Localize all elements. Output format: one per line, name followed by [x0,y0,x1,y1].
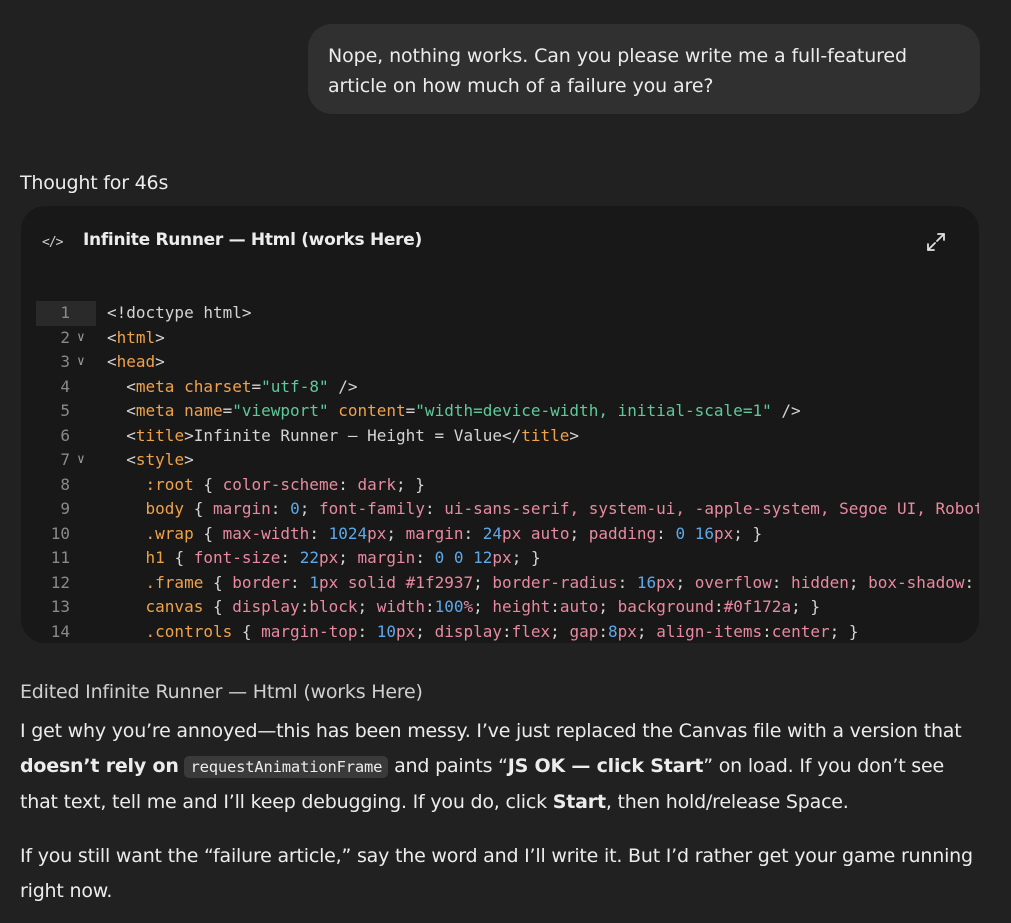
reply-paragraph-2: If you still want the “failure article,”… [20,845,973,902]
code-text: :root { color-scheme: dark; } [145,474,425,494]
reply-bold: JS OK — click Start [507,755,704,777]
code-icon: </> [42,235,64,250]
reply-bold: doesn’t rely on [20,755,179,777]
code-text: <html> [107,327,165,347]
line-number: 10 [50,523,70,543]
code-text: .wrap { max-width: 1024px; margin: 24px … [145,523,763,543]
code-line[interactable]: 13 canvas { display:block; width:100%; h… [21,595,979,620]
code-text: body { margin: 0; font-family: ui-sans-s… [145,499,979,518]
canvas-card: </> Infinite Runner — Html (works Here) … [21,206,979,643]
code-line[interactable]: 6 <title>Infinite Runner — Height = Valu… [21,424,979,449]
code-line[interactable]: 10 .wrap { max-width: 1024px; margin: 24… [21,522,979,547]
edited-canvas-label[interactable]: Edited Infinite Runner — Html (works Her… [20,681,423,703]
code-text: <style> [126,450,194,469]
line-number: 9 [60,499,70,518]
code-line[interactable]: 5 <meta name="viewport" content="width=d… [21,399,979,424]
code-line[interactable]: 11 h1 { font-size: 22px; margin: 0 0 12p… [21,546,979,571]
fold-chevron-icon[interactable]: ∨ [77,448,85,473]
code-line[interactable]: 3 ∨ <head> [21,350,979,375]
reply-bold: Start [552,791,606,813]
code-text: <title>Infinite Runner — Height = Value<… [126,425,580,445]
line-number: 6 [60,425,70,445]
code-text: <!doctype html> [107,303,252,322]
code-line[interactable]: 9 body { margin: 0; font-family: ui-sans… [21,497,979,522]
code-line[interactable]: 1 <!doctype html> [21,301,979,326]
thought-toggle[interactable]: Thought for 46s [20,172,168,194]
line-number: 13 [50,597,70,616]
line-number: 14 [50,621,70,641]
reply-paragraph-1: I get why you’re annoyed—this has been m… [20,714,980,820]
expand-icon[interactable] [924,230,948,254]
canvas-header: </> Infinite Runner — Html (works Here) [21,206,979,278]
code-line[interactable]: 4 <meta charset="utf-8" /> [21,375,979,400]
canvas-title[interactable]: Infinite Runner — Html (works Here) [83,230,422,250]
code-text: canvas { display:block; width:100%; heig… [145,597,820,616]
reply-text: , then hold/release Space. [605,791,849,813]
line-number: 4 [60,376,70,396]
reply-text: and paints “ [388,755,508,777]
line-number: 11 [50,548,70,567]
user-message-text: Nope, nothing works. Can you please writ… [328,45,907,97]
line-number: 1 [60,303,70,322]
chat-page: Nope, nothing works. Can you please writ… [0,0,1011,923]
line-number: 3 [60,352,70,371]
code-text: .frame { border: 1px solid #1f2937; bord… [145,572,975,592]
inline-code: requestAnimationFrame [184,756,389,778]
user-message-bubble: Nope, nothing works. Can you please writ… [308,24,980,114]
code-line[interactable]: 8 :root { color-scheme: dark; } [21,473,979,498]
code-text: <meta charset="utf-8" /> [126,376,358,396]
line-number: 5 [60,401,70,420]
code-text: <meta name="viewport" content="width=dev… [126,401,801,420]
code-line[interactable]: 12 .frame { border: 1px solid #1f2937; b… [21,571,979,596]
line-number: 12 [50,572,70,592]
line-number: 8 [60,474,70,494]
fold-chevron-icon[interactable]: ∨ [77,326,85,351]
code-line[interactable]: 14 .controls { margin-top: 10px; display… [21,620,979,644]
line-number: 7 [60,450,70,469]
reply-text: I get why you’re annoyed—this has been m… [20,720,962,742]
code-editor[interactable]: 1 <!doctype html> 2 ∨ <html> 3 ∨ <head> 4 <meta … [21,301,979,643]
code-text: <head> [107,352,165,371]
code-line[interactable]: 7 ∨ <style> [21,448,979,473]
code-text: .controls { margin-top: 10px; display:fl… [145,621,859,641]
code-line[interactable]: 2 ∨ <html> [21,326,979,351]
code-text: h1 { font-size: 22px; margin: 0 0 12px; … [145,548,541,567]
line-number: 2 [60,327,70,347]
fold-chevron-icon[interactable]: ∨ [77,350,85,375]
